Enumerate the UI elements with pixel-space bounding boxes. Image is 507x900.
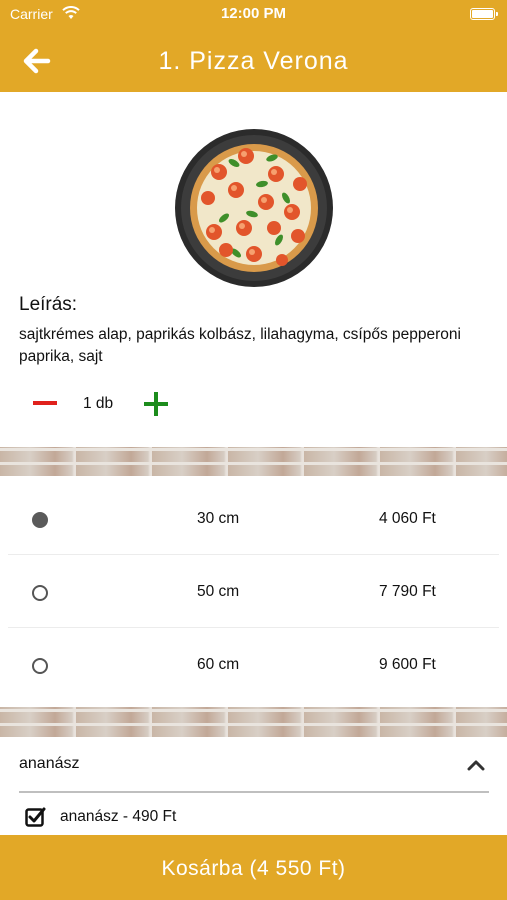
brick-divider (0, 707, 507, 737)
top-bar: Carrier 12:00 PM 1. Pizza Verona (0, 0, 507, 92)
divider (8, 554, 499, 555)
add-to-cart-button[interactable]: Kosárba (4 550 Ft) (0, 835, 507, 900)
checkbox-checked-icon[interactable] (25, 806, 46, 827)
divider (8, 627, 499, 628)
size-option-30[interactable]: 30 cm 4 060 Ft (8, 483, 499, 555)
quantity-increase-button[interactable] (142, 390, 170, 418)
brick-divider (0, 447, 507, 476)
extras-divider (19, 791, 489, 793)
radio-selected-icon[interactable] (32, 512, 48, 528)
add-to-cart-label: Kosárba (4 550 Ft) (161, 857, 346, 880)
size-option-50[interactable]: 50 cm 7 790 Ft (8, 556, 499, 628)
size-price: 9 600 Ft (379, 656, 436, 673)
size-option-60[interactable]: 60 cm 9 600 Ft (8, 629, 499, 701)
extras-group-title: ananász (19, 755, 80, 772)
description-label: Leírás: (19, 294, 78, 315)
size-label: 30 cm (197, 510, 240, 527)
pizza-image (175, 129, 333, 287)
battery-icon (470, 8, 498, 20)
page-title: 1. Pizza Verona (158, 47, 349, 75)
quantity-decrease-button[interactable] (30, 390, 60, 416)
size-price: 4 060 Ft (379, 510, 436, 527)
size-label: 50 cm (197, 583, 240, 600)
chevron-up-icon[interactable] (466, 758, 486, 772)
size-price: 7 790 Ft (379, 583, 436, 600)
extra-item-label: ananász - 490 Ft (60, 808, 177, 825)
radio-unselected-icon[interactable] (32, 658, 48, 674)
description-text: sajtkrémes alap, paprikás kolbász, lilah… (19, 326, 461, 365)
quantity-value: 1 db (83, 395, 114, 412)
size-label: 60 cm (197, 656, 240, 673)
radio-unselected-icon[interactable] (32, 585, 48, 601)
status-bar: Carrier 12:00 PM (0, 0, 507, 30)
status-time: 12:00 PM (220, 5, 287, 22)
